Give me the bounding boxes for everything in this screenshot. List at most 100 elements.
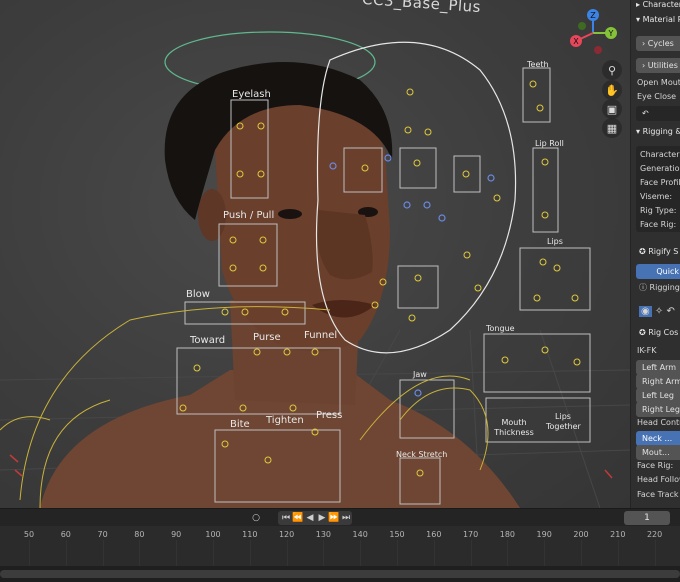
camera-icon[interactable]: ▣ bbox=[602, 99, 622, 119]
timeline-tick-label: 90 bbox=[171, 530, 182, 539]
timeline-tick-line bbox=[213, 540, 214, 566]
timeline-tick-line bbox=[323, 540, 325, 566]
play-icon[interactable]: ▶ bbox=[316, 512, 328, 524]
utilities-button[interactable]: › Utilities bbox=[636, 58, 680, 73]
timeline-tick-label: 80 bbox=[134, 530, 145, 539]
navigation-gizmo[interactable]: Z X Y bbox=[568, 8, 618, 58]
current-frame-field[interactable]: 1 bbox=[624, 511, 670, 525]
timeline-tick-line bbox=[102, 540, 104, 566]
undo-icon: ↶ bbox=[642, 109, 649, 118]
timeline-tick-label: 160 bbox=[426, 530, 442, 539]
lips-together-label: Lips Together bbox=[546, 412, 581, 431]
character-panel-header[interactable]: ▸ Character bbox=[631, 0, 680, 14]
timeline-tick-label: 180 bbox=[499, 530, 516, 539]
timeline-header: ○ ⏮ ⏪ ◀ ▶ ⏩ ⏭ 1 bbox=[0, 508, 680, 526]
timeline-tick-line bbox=[654, 540, 656, 566]
timeline-ruler[interactable]: 50 60 70 80 90 100 110 120 130 140 150 160 170 180 190… bbox=[0, 526, 680, 566]
next-keyframe-icon[interactable]: ⏩ bbox=[328, 512, 340, 524]
timeline-tick-label: 170 bbox=[462, 530, 479, 539]
rigging-panel-header[interactable]: ▾ Rigging & A bbox=[631, 127, 680, 141]
cycles-button[interactable]: › Cycles bbox=[636, 36, 680, 51]
timeline-tick-label: 200 bbox=[573, 530, 589, 539]
character-field: Character: bbox=[640, 150, 680, 159]
jump-start-icon[interactable]: ⏮ bbox=[280, 512, 292, 524]
face-rig-field: Face Rig: bbox=[640, 220, 677, 229]
funnel-label: Funnel bbox=[304, 330, 338, 341]
timeline-tick-line bbox=[397, 540, 398, 566]
pose-icon: ✧ bbox=[654, 306, 664, 317]
quick-button[interactable]: Quick bbox=[636, 264, 680, 279]
undo-icon: ↶ bbox=[666, 306, 675, 317]
right-leg-slider[interactable]: Right Leg bbox=[636, 402, 680, 417]
face-profile-field: Face Profile: bbox=[640, 178, 680, 187]
timeline-tick-label: 110 bbox=[242, 530, 258, 539]
tighten-label: Tighten bbox=[266, 415, 304, 426]
rig-type-field: Rig Type: bbox=[640, 206, 677, 215]
lips-label: Lips bbox=[547, 237, 563, 246]
timeline-tick-label: 120 bbox=[278, 530, 295, 539]
eye-icon: ◉ bbox=[639, 306, 652, 317]
right-arm-slider[interactable]: Right Arm bbox=[636, 374, 680, 389]
timeline-scrollbar[interactable] bbox=[0, 566, 680, 582]
timeline-tick-label: 190 bbox=[536, 530, 552, 539]
3d-viewport[interactable]: CC3_Base_Plus Eyelash Push / Pull Blow T… bbox=[0, 0, 630, 508]
rig-icon: ✪ bbox=[639, 328, 649, 337]
mouth-button[interactable]: Mout... bbox=[636, 445, 680, 460]
scrollbar-track[interactable] bbox=[0, 570, 680, 578]
rigify-header: ✪ Rigify S bbox=[639, 247, 679, 256]
timeline-tick-label: 220 bbox=[646, 530, 663, 539]
zoom-icon[interactable]: ⚲ bbox=[602, 60, 622, 80]
rig-controls-header: ✪ Rig Cos bbox=[639, 328, 679, 337]
head-control-label: Head Contro bbox=[637, 418, 680, 427]
timeline-tick-line bbox=[433, 540, 435, 566]
hand-icon[interactable]: ✋ bbox=[602, 80, 622, 100]
play-reverse-icon[interactable]: ◀ bbox=[304, 512, 316, 524]
generation-field: Generation: bbox=[640, 164, 680, 173]
timeline-tick-label: 60 bbox=[60, 530, 71, 539]
timeline-tick-label: 100 bbox=[205, 530, 221, 539]
ik-fk-label: IK-FK bbox=[637, 346, 657, 355]
neck-stretch-label: Neck Stretch bbox=[396, 450, 448, 459]
timeline-tick-line bbox=[139, 540, 141, 566]
rigging-label: ⓘ Rigging bbox=[639, 283, 680, 292]
timeline-tick-line bbox=[544, 540, 546, 566]
timeline-tick-line bbox=[360, 540, 362, 566]
prev-keyframe-icon[interactable]: ⏪ bbox=[292, 512, 304, 524]
timeline-tick-line bbox=[617, 540, 619, 566]
blow-label: Blow bbox=[186, 289, 210, 300]
viseme-field: Viseme: bbox=[640, 192, 673, 201]
teeth-label: Teeth bbox=[527, 60, 549, 69]
sidebar-panel: ▸ Character ▾ Material Pa › Cycles › Uti… bbox=[630, 0, 680, 508]
purse-label: Purse bbox=[253, 332, 281, 343]
left-arm-slider[interactable]: Left Arm bbox=[636, 360, 680, 375]
jump-end-icon[interactable]: ⏭ bbox=[340, 512, 352, 524]
material-panel-header[interactable]: ▾ Material Pa bbox=[631, 15, 680, 29]
gizmo-x-label: X bbox=[573, 37, 579, 46]
toward-label: Toward bbox=[190, 335, 226, 346]
rig-tool-row[interactable]: ◉ ✧ ↶ bbox=[631, 306, 680, 320]
lip-roll-label: Lip Roll bbox=[535, 139, 564, 148]
left-leg-slider[interactable]: Left Leg bbox=[636, 388, 680, 403]
rig-figure-icon: ✪ bbox=[639, 247, 649, 256]
tongue-label: Tongue bbox=[486, 324, 515, 333]
reset-button[interactable]: ↶ bbox=[636, 106, 680, 121]
neck-button[interactable]: Neck ... bbox=[636, 431, 680, 446]
timeline-tick-label: 50 bbox=[23, 530, 35, 539]
open-mouth-label: Open Mouth bbox=[637, 78, 680, 87]
record-icon[interactable]: ○ bbox=[250, 512, 262, 524]
face-track-label: Face Track bbox=[637, 490, 679, 499]
grid-icon[interactable]: ▦ bbox=[602, 118, 622, 138]
eye-close-label: Eye Close bbox=[637, 92, 677, 101]
jaw-label: Jaw bbox=[413, 370, 427, 379]
timeline-tick-label: 70 bbox=[97, 530, 108, 539]
bite-label: Bite bbox=[230, 419, 250, 430]
gizmo-y-label: Y bbox=[608, 29, 614, 38]
head-follow-label: Head Follow bbox=[637, 475, 680, 484]
timeline-tick-label: 130 bbox=[315, 530, 332, 539]
timeline-tick-line bbox=[470, 540, 472, 566]
left-eye bbox=[278, 209, 302, 219]
timeline-tick-line bbox=[581, 540, 582, 566]
face-rig-label: Face Rig: bbox=[637, 461, 674, 470]
timeline-tick-line bbox=[176, 540, 178, 566]
timeline-tick-line bbox=[286, 540, 288, 566]
